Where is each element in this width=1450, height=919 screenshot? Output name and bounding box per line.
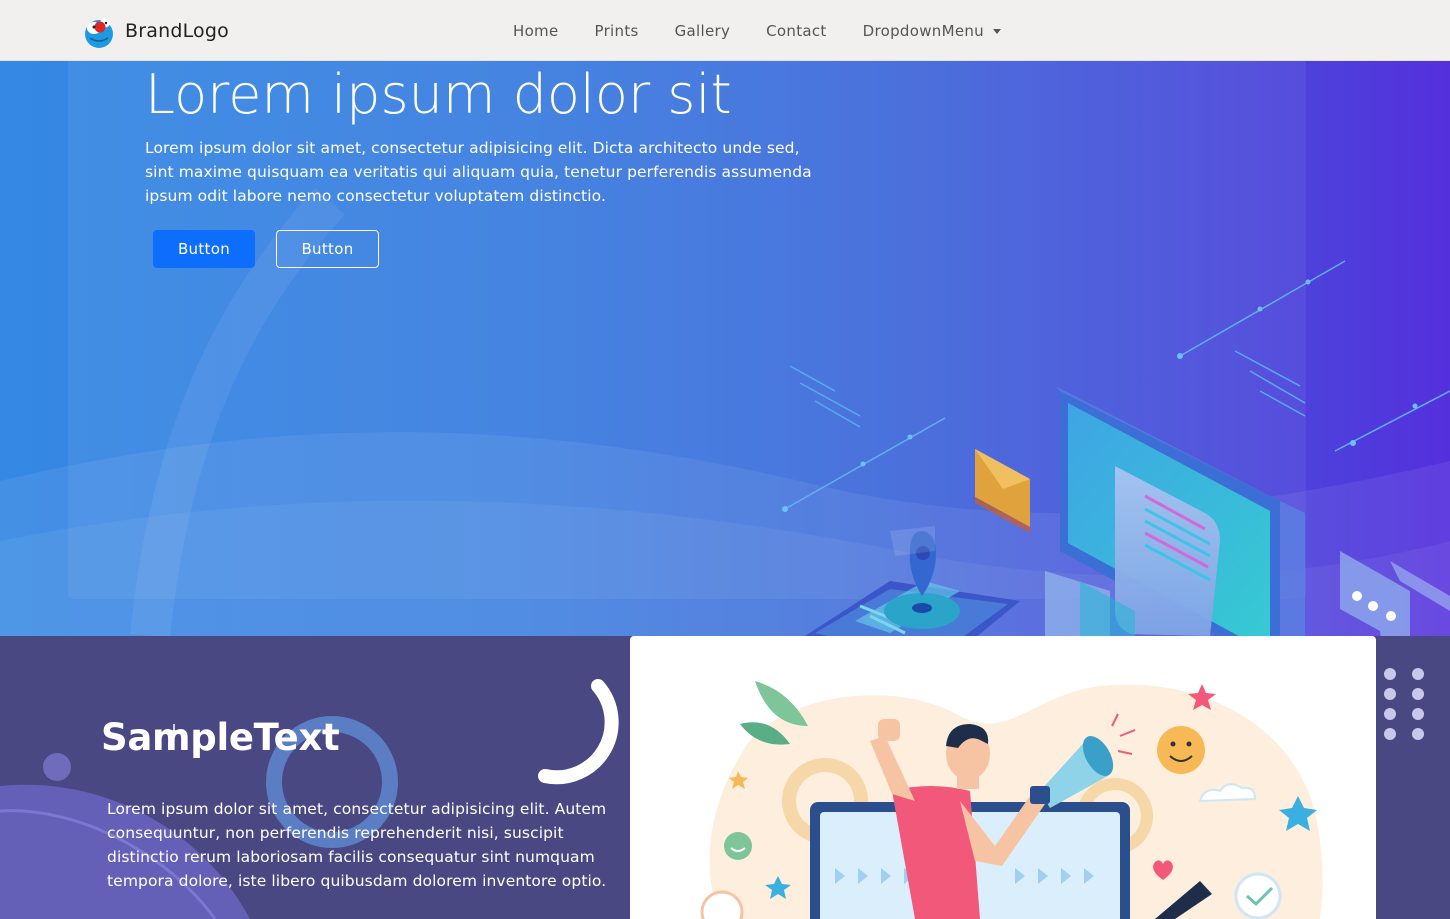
dots-pattern [1384,668,1424,740]
nav-link-contact[interactable]: Contact [748,22,844,40]
navbar: BrandLogo Home Prints Gallery Contact Dr… [0,0,1450,61]
nav-link-prints[interactable]: Prints [577,22,657,40]
hero-description: Lorem ipsum dolor sit amet, consectetur … [145,139,812,205]
section-description: Lorem ipsum dolor sit amet, consectetur … [107,800,607,890]
brand-name: BrandLogo [125,20,229,42]
section-title: SampleText [101,716,340,759]
nav-link-gallery[interactable]: Gallery [657,22,749,40]
hero-secondary-button[interactable]: Button [276,230,379,268]
feature-section: SampleText Lorem ipsum dolor sit amet, c… [0,636,1450,919]
megaphone-man-illustration [700,681,1323,919]
isometric-devices-illustration [782,260,1450,636]
caret-down-icon [992,28,1001,34]
marketing-illustration-card [630,636,1376,919]
hero-primary-button[interactable]: Button [153,230,255,268]
nav-link-home[interactable]: Home [495,22,577,40]
nav-dropdown-label: DropdownMenu [862,21,984,40]
nav-menu: Home Prints Gallery Contact DropdownMenu [495,0,1019,61]
hero-section: Lorem ipsum dolor sit Lorem ipsum dolor … [0,61,1450,636]
brand-link[interactable]: BrandLogo [82,14,229,48]
cartoon-logo-icon [82,14,116,48]
hero-title: Lorem ipsum dolor sit [145,63,732,126]
nav-dropdown-toggle[interactable]: DropdownMenu [845,22,1019,40]
